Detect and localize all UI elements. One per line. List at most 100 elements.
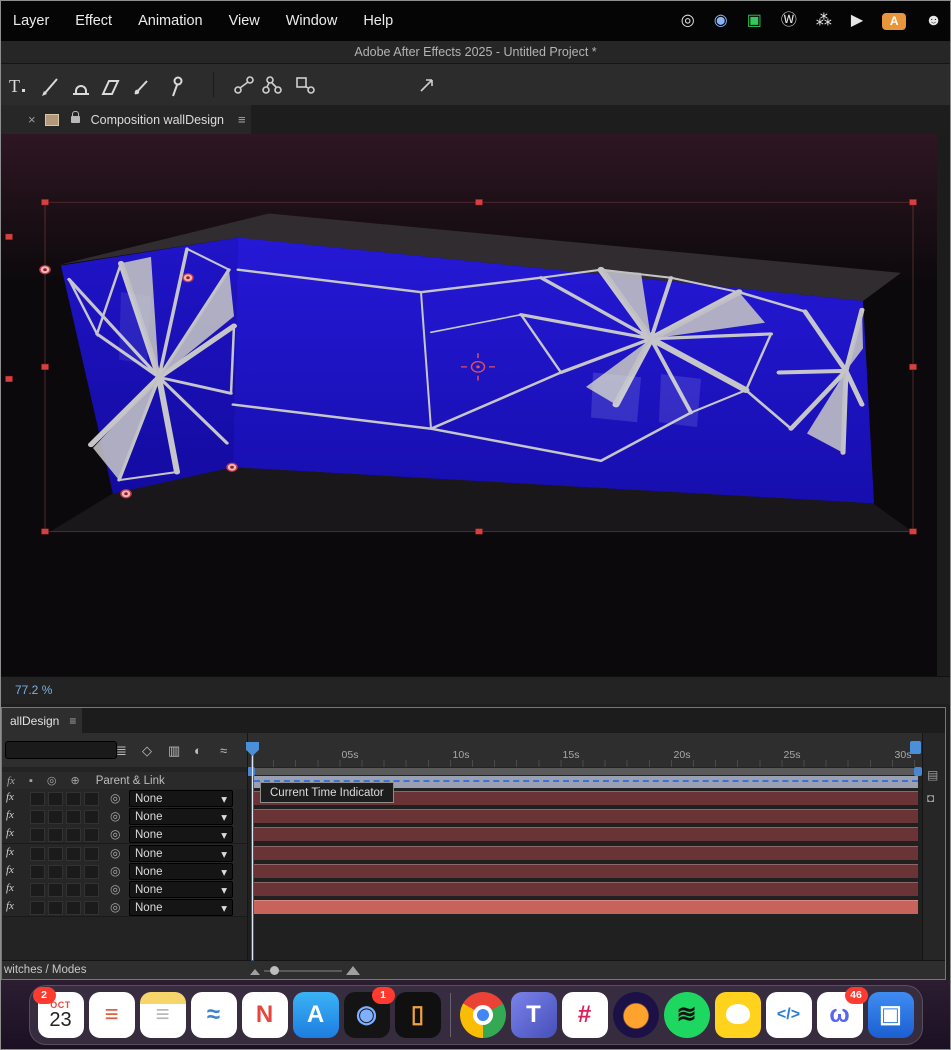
navigator-end-grip[interactable]	[914, 767, 922, 776]
blue-window-app-icon[interactable]: ▣	[868, 992, 914, 1038]
camera-app-icon[interactable]: 1 ◉	[344, 992, 390, 1038]
switch-cell[interactable]	[48, 865, 63, 879]
a-badge-icon[interactable]: A	[882, 13, 906, 30]
fx-badge[interactable]: fx	[6, 882, 14, 894]
parent-link-dropdown[interactable]: None▾	[129, 899, 233, 916]
menu-help[interactable]: Help	[363, 13, 393, 29]
chrome-app-icon[interactable]	[460, 992, 506, 1038]
teams-app-icon[interactable]: T	[511, 992, 557, 1038]
menu-layer[interactable]: Layer	[13, 13, 49, 29]
switch-cell[interactable]	[48, 828, 63, 842]
shy-layers-icon[interactable]: ▥	[168, 744, 180, 757]
layer-duration-bar[interactable]	[254, 864, 918, 878]
comp-marker-bin-icon[interactable]: ◘	[927, 791, 934, 805]
zoom-out-mountain-icon[interactable]	[250, 969, 260, 975]
menu-window[interactable]: Window	[286, 13, 338, 29]
modes-column-icon[interactable]: ⊕	[70, 774, 79, 787]
composition-viewport[interactable]	[1, 134, 951, 676]
layer-row[interactable]: fx ◎ None▾	[2, 862, 247, 881]
pickwhip-icon[interactable]: ◎	[110, 864, 120, 878]
people-icon[interactable]: ⁂	[816, 13, 832, 29]
puppet-pin-tool[interactable]	[173, 78, 182, 97]
brush-tool[interactable]	[42, 79, 57, 96]
layer-row[interactable]: fx ◎ None▾	[2, 898, 247, 917]
panel-menu-icon[interactable]: ≡	[69, 714, 76, 728]
switch-cell[interactable]	[66, 847, 81, 861]
layer-duration-bar[interactable]	[254, 827, 918, 841]
iphone-mirroring-app-icon[interactable]: ▯	[395, 992, 441, 1038]
clone-stamp-tool[interactable]	[73, 86, 89, 94]
parent-link-dropdown[interactable]: None▾	[129, 881, 233, 898]
switch-cell[interactable]	[84, 865, 99, 879]
time-navigator-bar[interactable]	[251, 768, 918, 775]
frame-blend-icon[interactable]: ◐	[194, 744, 202, 757]
roto-brush-tool[interactable]	[135, 81, 147, 94]
fx-column-icon[interactable]: fx	[7, 775, 15, 787]
motion-blur-icon[interactable]: ≈	[220, 744, 227, 757]
play-circle-icon[interactable]: ▶	[851, 13, 863, 29]
switch-cell[interactable]	[84, 847, 99, 861]
pickwhip-icon[interactable]: ◎	[110, 900, 120, 914]
composition-tab[interactable]: × Composition wallDesign ≡	[1, 105, 251, 134]
shield-overlay-icon[interactable]: ▤	[927, 768, 938, 782]
switch-cell[interactable]	[30, 847, 45, 861]
lists-app-icon[interactable]: ≡	[89, 992, 135, 1038]
type-tool[interactable]: T	[9, 76, 25, 96]
pickwhip-icon[interactable]: ◎	[110, 846, 120, 860]
layer-duration-bar[interactable]	[254, 809, 918, 823]
vscode-app-icon[interactable]: </>	[766, 992, 812, 1038]
switch-cell[interactable]	[66, 828, 81, 842]
node-box-icon[interactable]	[297, 78, 314, 93]
switch-cell[interactable]	[30, 883, 45, 897]
lock-icon[interactable]	[71, 116, 80, 123]
parent-link-dropdown[interactable]: None▾	[129, 790, 233, 807]
switch-cell[interactable]	[84, 901, 99, 915]
panel-menu-icon[interactable]: ≡	[238, 112, 246, 127]
comp-end-marker[interactable]	[910, 741, 921, 754]
appstore-app-icon[interactable]: A	[293, 992, 339, 1038]
fx-badge[interactable]: fx	[6, 791, 14, 803]
column-divider[interactable]	[247, 733, 248, 960]
slack-app-icon[interactable]: #	[562, 992, 608, 1038]
timeline-tab[interactable]: allDesign ≡	[2, 708, 82, 733]
switch-cell[interactable]	[48, 847, 63, 861]
switch-cell[interactable]	[84, 883, 99, 897]
discord-app-icon[interactable]: 46 ω	[817, 992, 863, 1038]
switch-cell[interactable]	[66, 883, 81, 897]
calendar-app-icon[interactable]: 2 OCT 23	[38, 992, 84, 1038]
news-app-icon[interactable]: N	[242, 992, 288, 1038]
timeline-search-input[interactable]	[5, 741, 117, 759]
parent-link-dropdown[interactable]: None▾	[129, 845, 233, 862]
w-circle-icon[interactable]: Ⓦ	[781, 13, 797, 29]
pickwhip-icon[interactable]: ◎	[110, 827, 120, 841]
switch-cell[interactable]	[66, 810, 81, 824]
parent-link-dropdown[interactable]: None▾	[129, 863, 233, 880]
switch-cell[interactable]	[48, 883, 63, 897]
fx-badge[interactable]: fx	[6, 864, 14, 876]
node-link-icon[interactable]	[235, 77, 253, 93]
draft-3d-icon[interactable]: ◇	[142, 744, 152, 757]
parent-link-dropdown[interactable]: None▾	[129, 808, 233, 825]
switch-cell[interactable]	[48, 792, 63, 806]
close-icon[interactable]: ×	[28, 112, 36, 127]
fx-badge[interactable]: fx	[6, 900, 14, 912]
viewport-canvas[interactable]	[1, 134, 951, 676]
pickwhip-icon[interactable]: ◎	[110, 791, 120, 805]
firefox-app-icon[interactable]	[613, 992, 659, 1038]
zoom-in-mountain-icon[interactable]	[346, 966, 360, 975]
switch-cell[interactable]	[66, 792, 81, 806]
switches-modes-toggle[interactable]: witches / Modes	[4, 964, 86, 976]
fx-badge[interactable]: fx	[6, 809, 14, 821]
switch-cell[interactable]	[84, 810, 99, 824]
current-time-indicator-line[interactable]	[252, 754, 253, 960]
comp-mini-flowchart-icon[interactable]: ≣	[116, 744, 127, 757]
green-app-icon[interactable]: ▣	[747, 13, 762, 29]
layer-duration-bar[interactable]	[254, 900, 918, 914]
obs-icon[interactable]: ◎	[681, 13, 695, 29]
switch-cell[interactable]	[66, 865, 81, 879]
switch-cell[interactable]	[30, 901, 45, 915]
menu-effect[interactable]: Effect	[75, 13, 112, 29]
switch-cell[interactable]	[66, 901, 81, 915]
pickwhip-column-icon[interactable]: ◎	[47, 774, 57, 787]
layer-duration-bar[interactable]	[254, 846, 918, 860]
